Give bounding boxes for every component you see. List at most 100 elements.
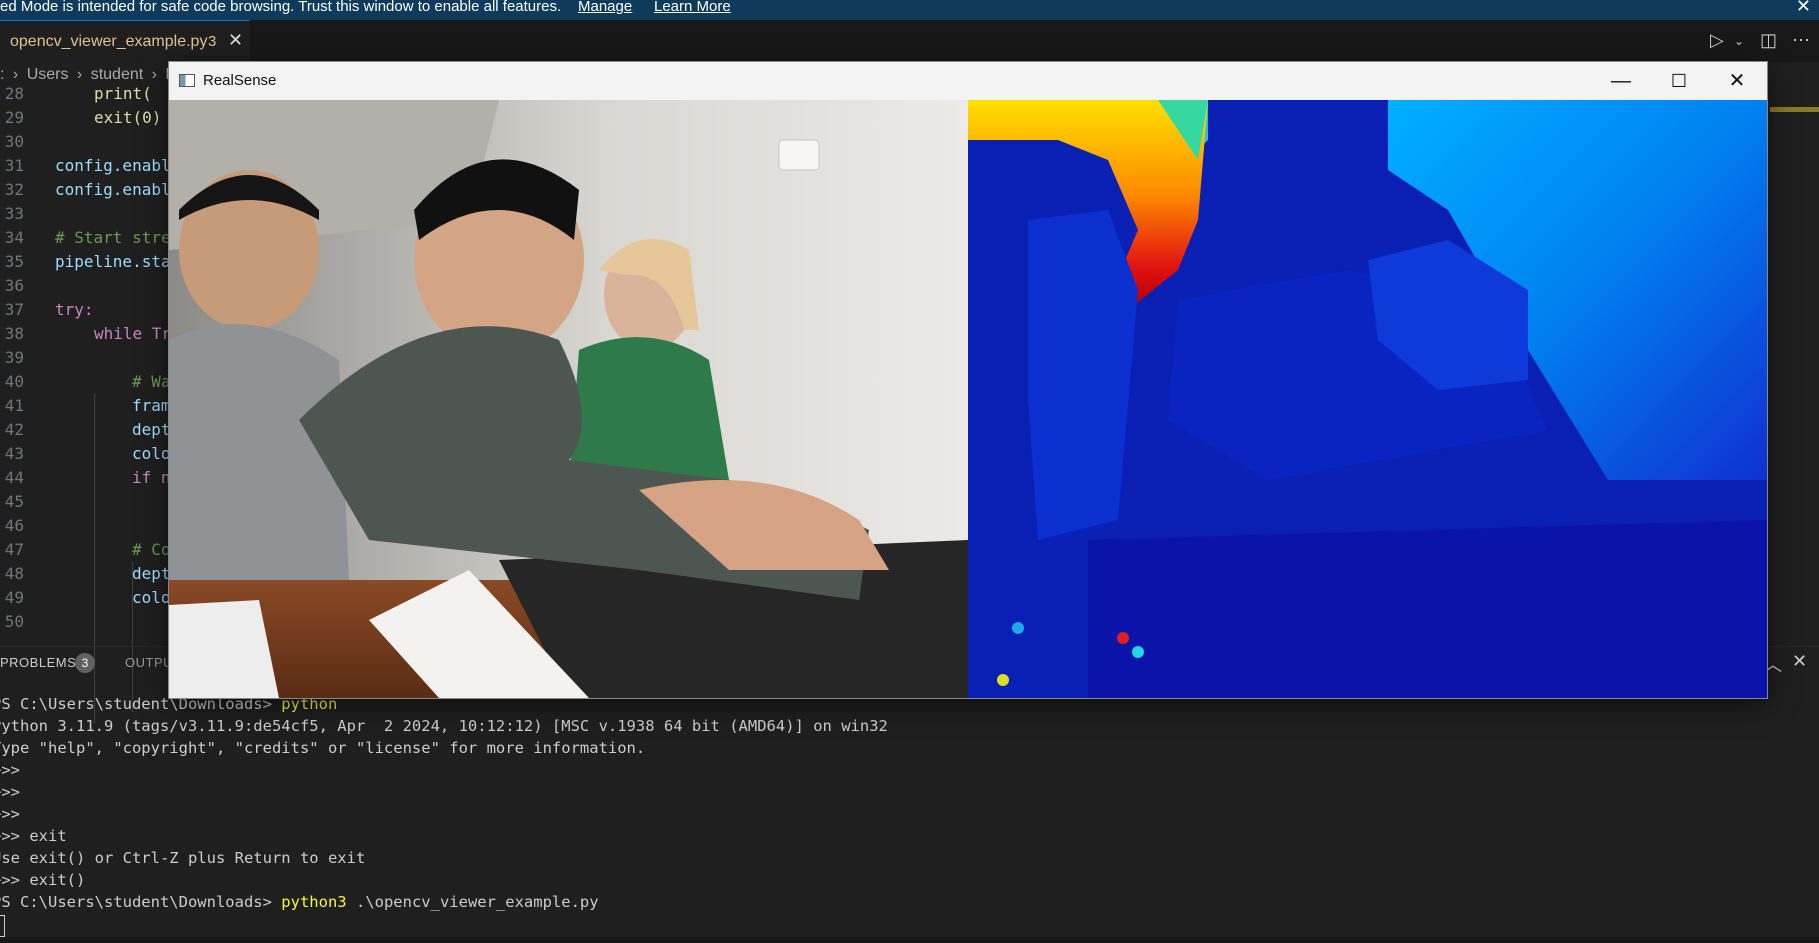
- breadcrumb-item[interactable]: Users: [27, 66, 69, 83]
- run-icon[interactable]: ▷: [1710, 30, 1724, 51]
- tab-filename: opencv_viewer_example.py: [10, 33, 208, 50]
- maximize-icon[interactable]: ☐: [1651, 66, 1707, 96]
- learn-more-link[interactable]: Learn More: [654, 0, 731, 14]
- breadcrumb-item[interactable]: :: [0, 66, 4, 83]
- code-text: colo: [132, 444, 171, 463]
- line-number: 35: [4, 252, 24, 271]
- code-text: dept: [132, 564, 171, 583]
- line-number: 28: [4, 84, 24, 103]
- terminal-text: >>>: [0, 783, 20, 801]
- indent-guide: [132, 562, 133, 712]
- code-line: 30: [0, 130, 24, 154]
- code-text: try:: [55, 300, 94, 319]
- code-line: 33: [0, 202, 24, 226]
- code-line: 46: [0, 514, 24, 538]
- code-line: 49 colo: [0, 586, 171, 610]
- terminal-line: Python 3.11.9 (tags/v3.11.9:de54cf5, Apr…: [0, 715, 888, 737]
- code-line: 36: [0, 274, 24, 298]
- minimap-highlight[interactable]: [1770, 107, 1819, 112]
- chevron-right-icon: ›: [12, 66, 19, 83]
- terminal-line: Use exit() or Ctrl-Z plus Return to exit: [0, 847, 365, 869]
- color-frame-photo: [169, 100, 968, 698]
- window-title-bar[interactable]: RealSense — ☐ ✕: [169, 62, 1767, 100]
- panel-close-icon[interactable]: ✕: [1792, 651, 1807, 672]
- code-line: 31 config.enabl: [0, 154, 171, 178]
- terminal-line: >>> exit: [0, 825, 67, 847]
- code-text: exit(0): [94, 108, 162, 127]
- code-line: 29 exit(0): [0, 106, 162, 130]
- minimize-icon[interactable]: —: [1593, 66, 1649, 96]
- line-number: 49: [4, 588, 24, 607]
- status-bar: [0, 937, 1819, 943]
- breadcrumb: : › Users › student › D: [0, 66, 181, 90]
- code-line: 37 try:: [0, 298, 94, 322]
- code-line: 45: [0, 490, 24, 514]
- line-number: 42: [4, 420, 24, 439]
- tab-opencv-viewer-example[interactable]: opencv_viewer_example.py 3 ✕: [0, 20, 250, 62]
- code-line: 40 # Wa: [0, 370, 171, 394]
- more-actions-icon[interactable]: ⋯: [1792, 30, 1810, 51]
- code-line: 50: [0, 610, 24, 634]
- terminal-line: PS C:\Users\student\Downloads> python3 .…: [0, 891, 599, 913]
- line-number: 33: [4, 204, 24, 223]
- realsense-window[interactable]: RealSense — ☐ ✕: [168, 61, 1768, 699]
- code-text: print(: [94, 84, 152, 103]
- line-number: 36: [4, 276, 24, 295]
- color-stream-image: [169, 100, 968, 698]
- window-title: RealSense: [203, 72, 277, 89]
- terminal-command: python3: [281, 893, 347, 911]
- stream-view: [169, 100, 1767, 698]
- close-icon[interactable]: ✕: [1796, 0, 1811, 15]
- code-line: 32 config.enabl: [0, 178, 171, 202]
- problems-count-badge: 3: [75, 653, 95, 673]
- terminal-text: Python 3.11.9 (tags/v3.11.9:de54cf5, Apr…: [0, 717, 888, 735]
- terminal-line: >>> exit(): [0, 869, 85, 891]
- restricted-mode-banner: ed Mode is intended for safe code browsi…: [0, 0, 1819, 20]
- code-text: config.enabl: [55, 156, 171, 175]
- line-number: 50: [4, 612, 24, 631]
- code-line: 42 dept: [0, 418, 171, 442]
- tab-close-icon[interactable]: ✕: [228, 30, 243, 51]
- line-number: 48: [4, 564, 24, 583]
- tab-problem-count: 3: [208, 33, 217, 50]
- line-number: 45: [4, 492, 24, 511]
- line-number: 37: [4, 300, 24, 319]
- code-text: dept: [132, 420, 171, 439]
- line-number: 38: [4, 324, 24, 343]
- line-number: 46: [4, 516, 24, 535]
- code-text: colo: [132, 588, 171, 607]
- chevron-down-icon[interactable]: ⌄: [1734, 34, 1744, 48]
- breadcrumb-item[interactable]: student: [91, 66, 143, 83]
- manage-link[interactable]: Manage: [578, 0, 632, 14]
- window-close-icon[interactable]: ✕: [1709, 66, 1765, 96]
- code-line: 41 fram: [0, 394, 171, 418]
- code-line: 35 pipeline.sta: [0, 250, 171, 274]
- terminal-line: >>>: [0, 781, 20, 803]
- terminal-cursor: [0, 915, 5, 937]
- line-number: 44: [4, 468, 24, 487]
- line-number: 41: [4, 396, 24, 415]
- code-text: config.enabl: [55, 180, 171, 199]
- code-text: # Wa: [132, 372, 171, 391]
- line-number: 40: [4, 372, 24, 391]
- code-line: 47 # Co: [0, 538, 171, 562]
- line-number: 30: [4, 132, 24, 151]
- code-line: 48 dept: [0, 562, 171, 586]
- line-number: 29: [4, 108, 24, 127]
- line-number: 32: [4, 180, 24, 199]
- terminal-line: Type "help", "copyright", "credits" or "…: [0, 737, 645, 759]
- tab-output[interactable]: OUTPU: [125, 655, 173, 670]
- app-icon: [179, 74, 195, 87]
- code-text: # Co: [132, 540, 171, 559]
- code-text: if n: [132, 468, 171, 487]
- chevron-right-icon: ›: [76, 66, 83, 83]
- code-text: pipeline.sta: [55, 252, 171, 271]
- tab-problems[interactable]: PROBLEMS: [0, 655, 76, 670]
- line-number: 34: [4, 228, 24, 247]
- terminal-text: >>>: [0, 761, 20, 779]
- code-line: 34 # Start stre: [0, 226, 171, 250]
- line-number: 39: [4, 348, 24, 367]
- code-line: 28 print(: [0, 82, 152, 106]
- depth-stream-image: [968, 100, 1767, 698]
- split-editor-icon[interactable]: ◫: [1760, 30, 1777, 51]
